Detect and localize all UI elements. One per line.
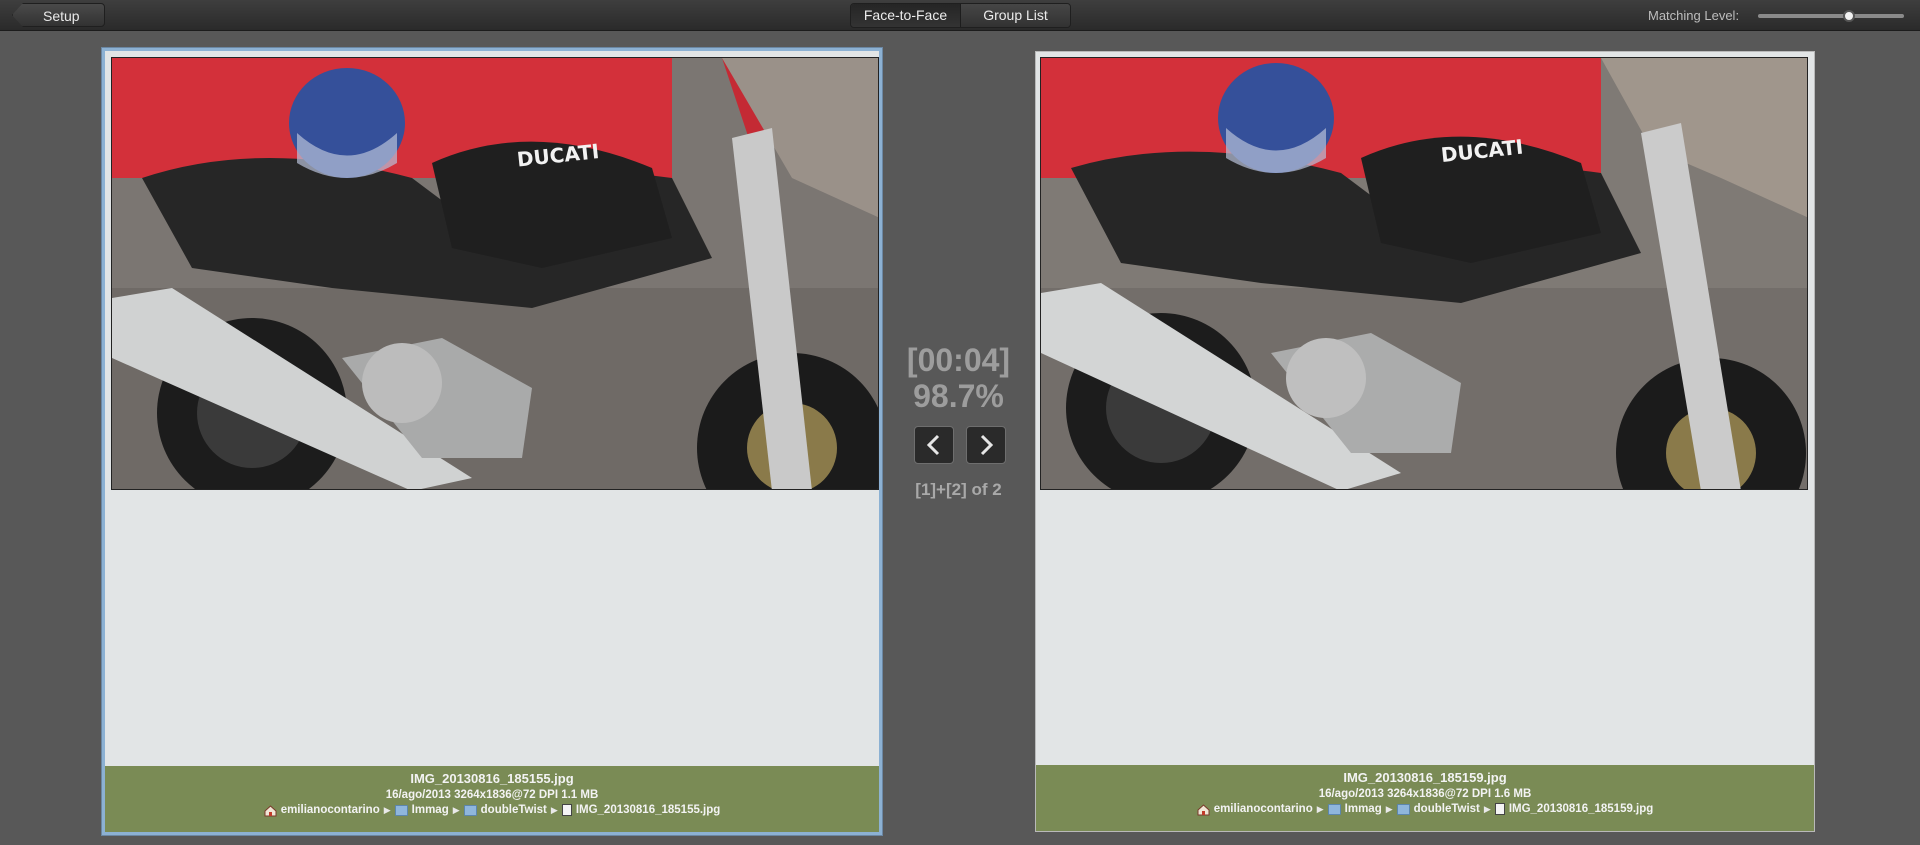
path-arrow-icon: ▶ — [550, 804, 558, 815]
home-icon — [264, 804, 277, 816]
chevron-right-icon — [980, 434, 994, 456]
next-button[interactable] — [966, 426, 1006, 464]
path-arrow-icon: ▶ — [452, 804, 460, 815]
tab-group-list[interactable]: Group List — [961, 4, 1070, 27]
slider-knob[interactable] — [1842, 10, 1855, 22]
path-segment[interactable]: Immag — [412, 804, 449, 816]
file-path: emilianocontarino ▶ Immag ▶ doubleTwist … — [105, 804, 879, 816]
path-arrow-icon: ▶ — [1316, 803, 1324, 814]
filename: IMG_20130816_185159.jpg — [1343, 770, 1507, 785]
photo-right: DUCATI — [1040, 57, 1808, 490]
right-photo-panel[interactable]: DUCATI IMG_20130816_185159.jpg 16/ago/20… — [1035, 51, 1815, 832]
path-segment[interactable]: IMG_20130816_185159.jpg — [1509, 803, 1654, 815]
file-metadata: 16/ago/2013 3264x1836@72 DPI 1.6 MB — [1318, 788, 1532, 800]
similarity-percent: 98.7% — [913, 378, 1004, 414]
motorcycle-photo: DUCATI — [112, 58, 878, 489]
path-segment[interactable]: doubleTwist — [1414, 803, 1480, 815]
document-icon — [1494, 803, 1505, 815]
tab-face-to-face[interactable]: Face-to-Face — [851, 4, 960, 27]
folder-icon — [1327, 803, 1341, 815]
document-icon — [561, 804, 572, 816]
matching-level-label: Matching Level: — [1648, 8, 1740, 23]
path-arrow-icon: ▶ — [1385, 803, 1393, 814]
folder-icon — [463, 804, 477, 816]
motorcycle-photo: DUCATI — [1041, 58, 1807, 489]
pair-counter: [1]+[2] of 2 — [915, 480, 1002, 499]
folder-icon — [394, 804, 408, 816]
chevron-left-icon — [926, 434, 940, 456]
path-segment[interactable]: Immag — [1345, 803, 1382, 815]
home-icon — [1197, 803, 1210, 815]
path-arrow-icon: ▶ — [1483, 803, 1491, 814]
file-info-bar-left: IMG_20130816_185155.jpg 16/ago/2013 3264… — [105, 766, 879, 832]
folder-icon — [1396, 803, 1410, 815]
path-segment[interactable]: doubleTwist — [481, 804, 547, 816]
elapsed-timer: [00:04] — [906, 342, 1011, 378]
setup-button[interactable]: Setup — [12, 3, 105, 27]
timer-and-similarity: [00:04] 98.7% — [882, 342, 1035, 414]
path-arrow-icon: ▶ — [383, 804, 391, 815]
file-metadata: 16/ago/2013 3264x1836@72 DPI 1.1 MB — [385, 789, 599, 801]
view-mode-segmented-control: Face-to-Face Group List — [850, 3, 1071, 28]
toolbar: Setup Face-to-Face Group List Matching L… — [0, 0, 1920, 31]
file-info-bar-right: IMG_20130816_185159.jpg 16/ago/2013 3264… — [1036, 765, 1814, 831]
path-segment[interactable]: emilianocontarino — [281, 804, 380, 816]
matching-level-slider[interactable] — [1758, 10, 1904, 22]
photo-left: DUCATI — [111, 57, 879, 490]
left-photo-panel[interactable]: DUCATI IMG_20130816_185155.jpg 16/ago/20… — [102, 48, 882, 835]
path-segment[interactable]: emilianocontarino — [1214, 803, 1313, 815]
previous-button[interactable] — [914, 426, 954, 464]
path-segment[interactable]: IMG_20130816_185155.jpg — [576, 804, 721, 816]
file-path: emilianocontarino ▶ Immag ▶ doubleTwist … — [1036, 803, 1814, 815]
filename: IMG_20130816_185155.jpg — [410, 771, 574, 786]
